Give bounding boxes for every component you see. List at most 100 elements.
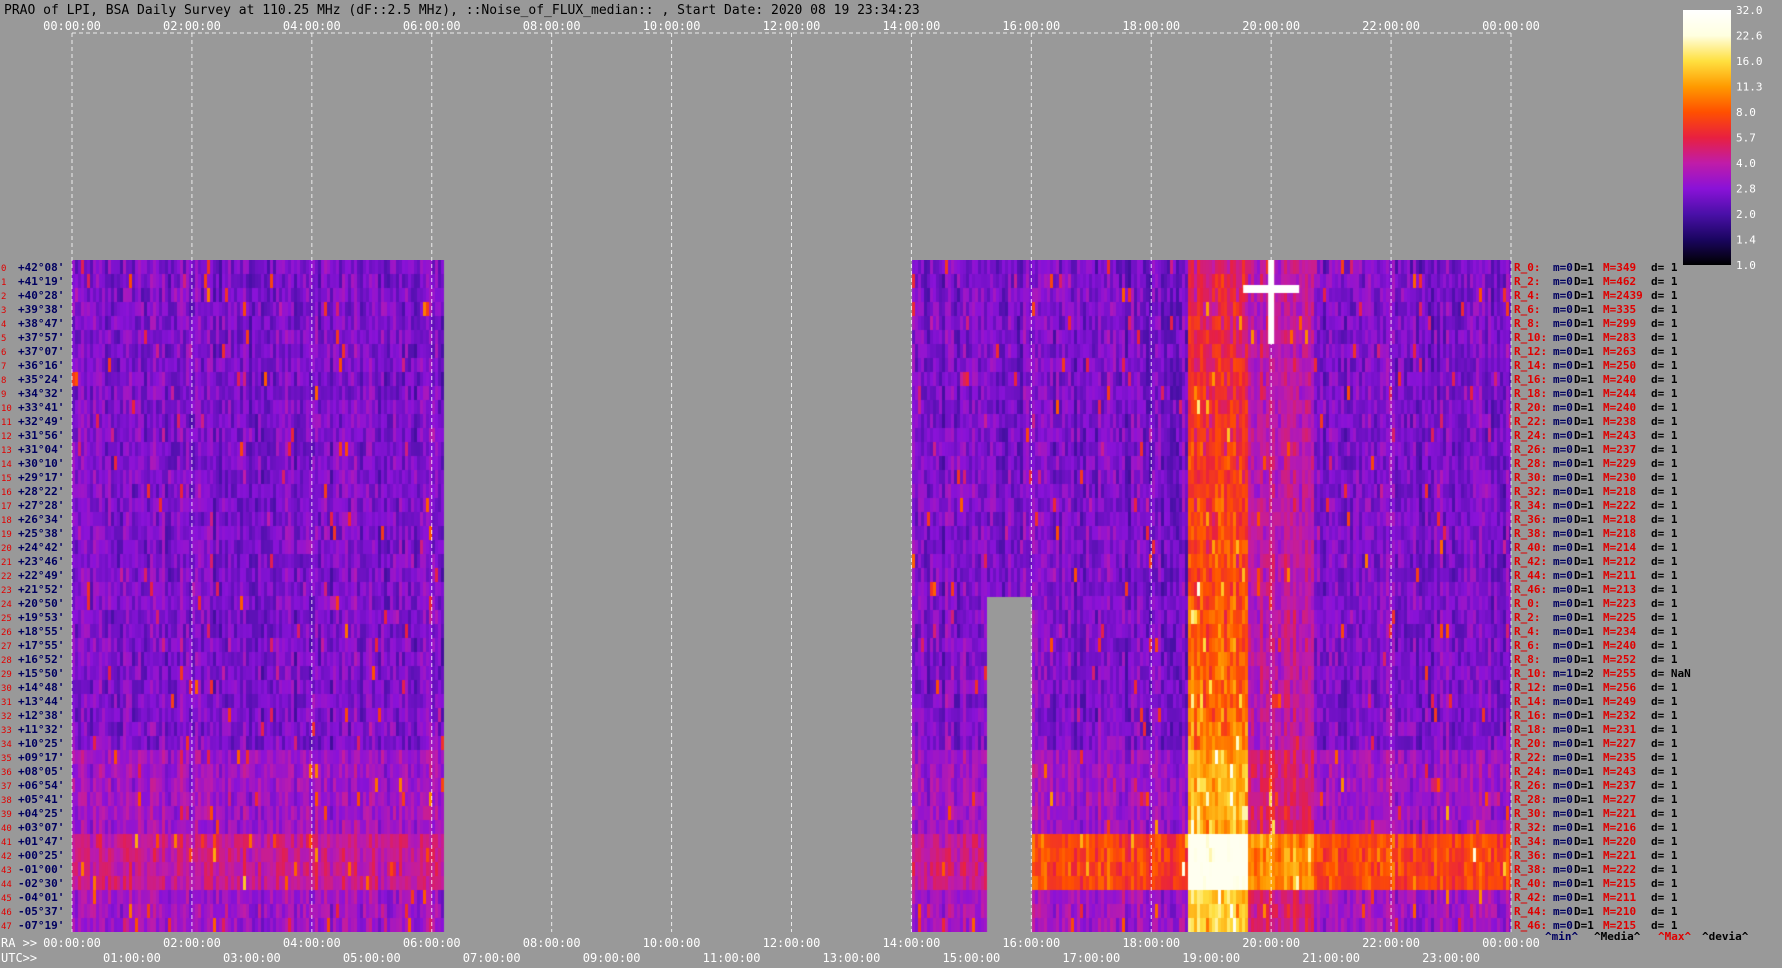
stat-media: D=1: [1574, 611, 1594, 624]
stat-devia: d= 1: [1651, 401, 1678, 414]
stat-label: R_40:: [1514, 541, 1547, 554]
beam-number: 27: [1, 642, 12, 652]
declination-label: +25°38': [18, 527, 64, 540]
stat-min: m=0: [1553, 807, 1573, 820]
stat-max: M=235: [1603, 751, 1636, 764]
stat-media: D=1: [1574, 849, 1594, 862]
top-tick-label: 10:00:00: [643, 19, 701, 33]
beam-number: 23: [1, 586, 12, 596]
stat-label: R_22:: [1514, 415, 1547, 428]
stat-media: D=1: [1574, 387, 1594, 400]
beam-number: 6: [1, 348, 6, 358]
utc-tick-label: 05:00:00: [343, 951, 401, 965]
utc-tick-label: 17:00:00: [1062, 951, 1120, 965]
declination-label: +28°22': [18, 485, 64, 498]
utc-tick-label: 23:00:00: [1422, 951, 1480, 965]
ra-tick-label: 12:00:00: [763, 936, 821, 950]
colorbar: 32.0 22.6 16.0 11.3 8.0 5.7 4.0 2.8 2.0 1.4 1.0: [1683, 4, 1763, 272]
beam-number: 8: [1, 376, 6, 386]
stat-label: R_14:: [1514, 359, 1547, 372]
declination-label: +08°05': [18, 765, 64, 778]
top-tick-label: 00:00:00: [43, 19, 101, 33]
stat-max: M=234: [1603, 625, 1636, 638]
beam-number: 35: [1, 754, 12, 764]
stat-devia: d= 1: [1651, 457, 1678, 470]
spectrogram-chart: PRAO of LPI, BSA Daily Survey at 110.25 …: [1, 3, 1763, 965]
legend-media: ^Media^: [1594, 930, 1641, 943]
stat-min: m=0: [1553, 527, 1573, 540]
top-tick-label: 20:00:00: [1242, 19, 1300, 33]
stat-media: D=1: [1574, 723, 1594, 736]
stat-min: m=0: [1553, 849, 1573, 862]
stat-min: m=0: [1553, 891, 1573, 904]
stat-max: M=211: [1603, 569, 1636, 582]
stat-devia: d= 1: [1651, 765, 1678, 778]
stat-min: m=0: [1553, 303, 1573, 316]
stat-min: m=0: [1553, 611, 1573, 624]
utc-tick-label: 09:00:00: [583, 951, 641, 965]
ra-tick-label: 14:00:00: [883, 936, 941, 950]
stat-max: M=237: [1603, 779, 1636, 792]
stat-max: M=256: [1603, 681, 1636, 694]
beam-number: 10: [1, 404, 12, 414]
colorbar-gradient: [1683, 10, 1731, 265]
stat-media: D=1: [1574, 331, 1594, 344]
stat-media: D=1: [1574, 415, 1594, 428]
stat-max: M=225: [1603, 611, 1636, 624]
colorbar-tick-label: 32.0: [1736, 4, 1763, 17]
utc-tick-label: 21:00:00: [1302, 951, 1360, 965]
stat-media: D=1: [1574, 429, 1594, 442]
stat-min: m=0: [1553, 569, 1573, 582]
stat-label: R_26:: [1514, 779, 1547, 792]
colorbar-tick-label: 16.0: [1736, 55, 1763, 68]
utc-tick-label: 03:00:00: [223, 951, 281, 965]
beam-number: 46: [1, 908, 12, 918]
stat-max: M=243: [1603, 765, 1636, 778]
stat-max: M=240: [1603, 373, 1636, 386]
colorbar-tick-label: 2.8: [1736, 183, 1756, 196]
stat-label: R_38:: [1514, 527, 1547, 540]
stat-media: D=1: [1574, 289, 1594, 302]
stat-min: m=0: [1553, 471, 1573, 484]
declination-label: +22°49': [18, 569, 64, 582]
stat-devia: d= 1: [1651, 569, 1678, 582]
stat-max: M=215: [1603, 877, 1636, 890]
stat-min: m=0: [1553, 583, 1573, 596]
declination-label: +04°25': [18, 807, 64, 820]
stat-label: R_10:: [1514, 331, 1547, 344]
stat-media: D=1: [1574, 639, 1594, 652]
stat-min: m=0: [1553, 737, 1573, 750]
stat-max: M=232: [1603, 709, 1636, 722]
ra-tick-label: 16:00:00: [1002, 936, 1060, 950]
beam-number: 29: [1, 670, 12, 680]
declination-label: +05°41': [18, 793, 64, 806]
beam-number: 7: [1, 362, 6, 372]
stat-devia: d= 1: [1651, 807, 1678, 820]
stat-min: m=0: [1553, 387, 1573, 400]
stat-label: R_26:: [1514, 443, 1547, 456]
stat-media: D=1: [1574, 275, 1594, 288]
legend-max: ^Max^: [1658, 930, 1691, 943]
beam-number: 45: [1, 894, 12, 904]
declination-label: +31°56': [18, 429, 64, 442]
stat-min: m=0: [1553, 499, 1573, 512]
stat-min: m=0: [1553, 653, 1573, 666]
declination-label: +41°19': [18, 275, 64, 288]
utc-tick-label: 19:00:00: [1182, 951, 1240, 965]
stat-max: M=210: [1603, 905, 1636, 918]
stat-media: D=1: [1574, 555, 1594, 568]
stat-media: D=1: [1574, 443, 1594, 456]
declination-label: +16°52': [18, 653, 64, 666]
beam-number: 9: [1, 390, 6, 400]
stat-devia: d= 1: [1651, 835, 1678, 848]
declination-label: +40°28': [18, 289, 64, 302]
stat-min: m=0: [1553, 373, 1573, 386]
stat-label: R_34:: [1514, 499, 1547, 512]
stat-min: m=0: [1553, 415, 1573, 428]
stat-min: m=0: [1553, 625, 1573, 638]
stat-label: R_12:: [1514, 345, 1547, 358]
stat-devia: d= 1: [1651, 863, 1678, 876]
stat-label: R_4:: [1514, 625, 1541, 638]
stat-max: M=222: [1603, 499, 1636, 512]
declination-label: +29°17': [18, 471, 64, 484]
